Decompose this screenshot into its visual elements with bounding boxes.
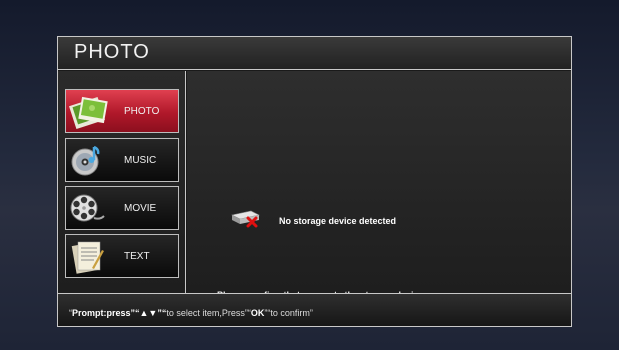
page-title: PHOTO bbox=[74, 41, 150, 63]
key-hint: “Prompt:press”“▲▼”“to select item,Press”… bbox=[69, 308, 313, 318]
hint-select-text: to select item,Press”“ bbox=[166, 308, 251, 318]
menu-item-label: MUSIC bbox=[124, 154, 157, 166]
status-message: No storage device detected bbox=[229, 207, 396, 234]
document-icon bbox=[66, 234, 110, 278]
footer-hint-bar: “Prompt:press”“▲▼”“to select item,Press”… bbox=[58, 293, 571, 326]
storage-missing-icon bbox=[229, 207, 263, 234]
menu-item-label: TEXT bbox=[124, 250, 150, 262]
hint-ok-key: OK bbox=[250, 308, 265, 318]
sidebar-menu: PHOTO MUSIC MOVIE TEXT bbox=[58, 71, 186, 293]
menu-item-text[interactable]: TEXT bbox=[65, 234, 179, 278]
menu-item-music[interactable]: MUSIC bbox=[65, 138, 179, 182]
status-text: No storage device detected bbox=[279, 215, 397, 226]
menu-item-label: MOVIE bbox=[124, 202, 157, 214]
menu-item-movie[interactable]: MOVIE bbox=[65, 186, 179, 230]
menu-item-label: PHOTO bbox=[124, 105, 160, 117]
menu-item-photo[interactable]: PHOTO bbox=[65, 89, 179, 133]
title-bar: PHOTO bbox=[58, 37, 571, 70]
hint-arrow-keys: ”“▲▼”“ bbox=[130, 308, 167, 318]
media-player-window: PHOTO PHOTO MUSIC MOVIE TEXT No storage … bbox=[57, 36, 572, 327]
hint-prompt-label: Prompt:press bbox=[72, 308, 131, 318]
film-reel-icon bbox=[66, 186, 110, 230]
photo-icon bbox=[66, 89, 110, 133]
content-panel: No storage device detected Please confir… bbox=[187, 71, 571, 300]
hint-confirm-text: ”“to confirm” bbox=[264, 308, 313, 318]
music-disc-icon bbox=[66, 138, 110, 182]
